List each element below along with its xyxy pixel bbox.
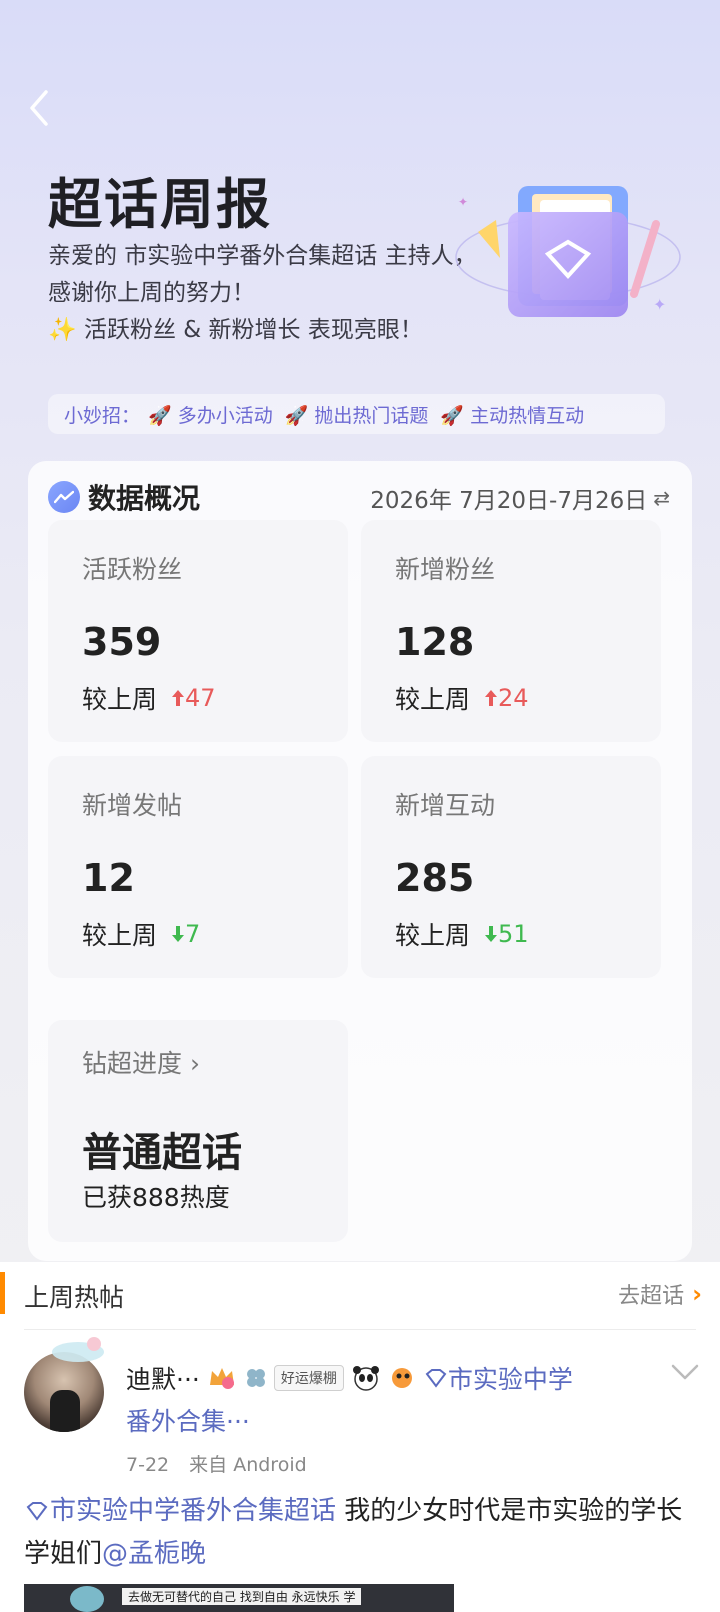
delta-value: 47	[185, 684, 216, 712]
folder-illustration-icon: ✦ ✦	[455, 186, 681, 317]
date-range-text: 2026年 7月20日-7月26日	[370, 488, 648, 514]
trend-chart-icon	[48, 481, 80, 513]
crown-badge-icon	[208, 1365, 236, 1391]
stat-value: 285	[395, 856, 475, 900]
stat-label: 新增发帖	[82, 791, 183, 820]
fish-icon	[388, 1365, 416, 1391]
svg-text:✦: ✦	[653, 295, 666, 314]
mention-link[interactable]: @孟栀晚	[102, 1539, 206, 1569]
avatar-frame-icon	[52, 1337, 104, 1362]
post-content: 市实验中学番外合集超话 我的少女时代是市实验的学长学姐们@孟栀晚	[24, 1490, 700, 1576]
stat-label: 新增粉丝	[395, 555, 496, 584]
topic-name[interactable]: 市实验中学	[448, 1360, 573, 1396]
username[interactable]: 迪默···	[126, 1360, 200, 1396]
section-title: 上周热帖	[24, 1283, 125, 1312]
stat-compare: 较上周 51	[395, 916, 529, 952]
diamond-icon	[26, 1502, 48, 1521]
chevron-down-icon[interactable]	[670, 1360, 700, 1384]
compare-label: 较上周	[82, 921, 158, 950]
stat-compare: 较上周 24	[395, 680, 529, 716]
data-overview-card: 数据概况 2026年 7月20日-7月26日 ⇄ 活跃粉丝 359 较上周 47…	[28, 461, 692, 1261]
delta-up: 47	[171, 684, 216, 712]
image-caption: 去做无可替代的自己 找到自由 永远快乐 学	[122, 1588, 362, 1605]
stat-value: 12	[82, 856, 135, 900]
clover-icon	[244, 1366, 268, 1390]
divider	[24, 1329, 696, 1330]
back-arrow-icon[interactable]	[26, 88, 56, 128]
hero-section: 超话周报 亲爱的 市实验中学番外合集超话 主持人，感谢你上周的努力！ ✨ 活跃粉…	[0, 0, 720, 455]
hero-desc-line2: ✨ 活跃粉丝 & 新粉增长 表现亮眼！	[48, 317, 423, 343]
post-meta: 7-22 来自 Android	[126, 1450, 321, 1477]
stat-compare: 较上周 7	[82, 916, 200, 952]
delta-down: 7	[171, 920, 200, 948]
tips-bar: 小妙招： 🚀 多办小活动 🚀 抛出热门话题 🚀 主动热情互动	[48, 394, 665, 434]
arrow-down-icon	[485, 926, 498, 942]
post-image[interactable]: 去做无可替代的自己 找到自由 永远快乐 学	[24, 1584, 454, 1612]
tip-item: 🚀 多办小活动	[148, 404, 273, 427]
luck-badge: 好运爆棚	[273, 1365, 344, 1391]
post-date: 7-22	[126, 1454, 170, 1476]
goto-label[interactable]: 去超话	[618, 1278, 684, 1310]
delta-value: 51	[498, 920, 529, 948]
stat-active-fans: 活跃粉丝 359 较上周 47	[48, 520, 348, 742]
stat-new-interactions: 新增互动 285 较上周 51	[361, 756, 661, 978]
svg-text:✦: ✦	[458, 195, 468, 209]
avatar[interactable]	[24, 1352, 104, 1432]
compare-label: 较上周	[395, 921, 471, 950]
compare-label: 较上周	[82, 685, 158, 714]
section-accent-bar	[0, 1272, 5, 1314]
card-title: 数据概况	[88, 482, 201, 515]
diamond-progress-card[interactable]: 钻超进度 › 普通超话 已获888热度	[48, 1020, 348, 1242]
delta-value: 7	[185, 920, 201, 948]
date-range-selector[interactable]: 2026年 7月20日-7月26日 ⇄	[370, 481, 670, 515]
stat-value: 128	[395, 620, 475, 664]
hero-description: 亲爱的 市实验中学番外合集超话 主持人，感谢你上周的努力！ ✨ 活跃粉丝 & 新…	[48, 238, 488, 349]
stat-compare: 较上周 47	[82, 680, 216, 716]
arrow-up-icon	[172, 690, 185, 706]
tips-label: 小妙招：	[64, 404, 141, 427]
stat-new-posts: 新增发帖 12 较上周 7	[48, 756, 348, 978]
progress-heat: 已获888热度	[82, 1183, 230, 1212]
post-author-line: 迪默··· 好运爆棚 市实验中学	[126, 1360, 573, 1396]
page-title: 超话周报	[48, 173, 272, 236]
topic-link[interactable]: 市实验中学	[424, 1360, 573, 1396]
arrow-down-icon	[172, 926, 185, 942]
progress-level: 普通超话	[82, 1130, 242, 1176]
tip-item: 🚀 主动热情互动	[440, 404, 585, 427]
arrow-up-icon	[485, 690, 498, 706]
progress-label[interactable]: 钻超进度 ›	[82, 1044, 200, 1080]
hot-posts-section: 上周热帖 去超话 › 迪默··· 好运爆棚 市实验中学 番外合集··· 7-22…	[0, 1262, 720, 1612]
stat-new-fans: 新增粉丝 128 较上周 24	[361, 520, 661, 742]
delta-down: 51	[484, 920, 529, 948]
topic-tag-text[interactable]: 市实验中学番外合集超话	[50, 1496, 336, 1526]
compare-label: 较上周	[395, 685, 471, 714]
stat-label: 活跃粉丝	[82, 555, 183, 584]
topic-name-cont[interactable]: 番外合集···	[126, 1402, 250, 1438]
delta-value: 24	[498, 684, 529, 712]
stat-value: 359	[82, 620, 162, 664]
diamond-icon	[425, 1369, 447, 1388]
post-source: 来自 Android	[189, 1454, 307, 1476]
goto-topic-link[interactable]: 去超话 ›	[618, 1278, 702, 1310]
stat-label: 新增互动	[395, 791, 496, 820]
topic-tag-link[interactable]: 市实验中学番外合集超话	[24, 1496, 336, 1526]
chevron-right-icon[interactable]: ›	[692, 1280, 702, 1308]
swap-icon[interactable]: ⇄	[653, 486, 670, 510]
card-header: 数据概况	[48, 477, 200, 517]
delta-up: 24	[484, 684, 529, 712]
hero-desc-line1: 亲爱的 市实验中学番外合集超话 主持人，感谢你上周的努力！	[48, 243, 477, 306]
tip-item: 🚀 抛出热门话题	[284, 404, 429, 427]
panda-icon	[352, 1365, 380, 1391]
